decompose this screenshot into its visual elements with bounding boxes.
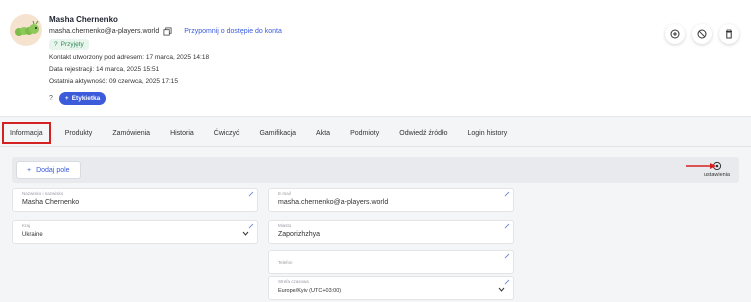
edit-icon[interactable]	[248, 223, 254, 229]
timezone-select[interactable]: Strefa czasowa Europe/Kyiv (UTC+03:00)	[268, 276, 514, 300]
tab-podmioty[interactable]: Podmioty	[342, 122, 387, 144]
name-field-value: Masha Chernenko	[22, 199, 80, 206]
add-tag-label: Etykietka	[71, 95, 101, 102]
avatar	[10, 14, 42, 46]
phone-field[interactable]: Telefon	[268, 250, 514, 274]
tab-produkty[interactable]: Produkty	[57, 122, 101, 144]
tag-row: ? + Etykietka	[49, 92, 107, 105]
caterpillar-avatar-icon	[15, 20, 39, 36]
email-field[interactable]: E-mail masha.chernenko@a-players.world	[268, 188, 514, 212]
tab-gamifikacja[interactable]: Gamifikacja	[251, 122, 304, 144]
created-meta: Kontakt utworzony pod adresem: 17 marca,…	[49, 54, 209, 61]
timezone-field-label: Strefa czasowa	[278, 279, 309, 284]
city-field-label: Miasto	[278, 223, 292, 228]
block-button[interactable]	[692, 24, 712, 44]
settings-label[interactable]: ustawienia	[704, 172, 730, 178]
registered-meta: Data rejestracji: 14 marca, 2025 15:51	[49, 66, 159, 73]
add-field-button[interactable]: + Dodaj pole	[16, 161, 81, 179]
help-icon[interactable]: ?	[49, 95, 53, 102]
tab-cwiczyc[interactable]: Ćwiczyć	[206, 122, 248, 144]
tab-historia[interactable]: Historia	[162, 122, 202, 144]
last-active-label: Ostatnia aktywność:	[49, 78, 108, 85]
edit-icon[interactable]	[248, 191, 254, 197]
tab-login-history[interactable]: Login history	[460, 122, 516, 144]
trash-icon	[726, 29, 732, 39]
add-tag-button[interactable]: + Etykietka	[58, 92, 107, 105]
registered-label: Data rejestracji:	[49, 66, 95, 73]
edit-icon[interactable]	[504, 191, 510, 197]
city-field[interactable]: Miasto Zaporizhzhya	[268, 220, 514, 244]
edit-icon[interactable]	[504, 279, 510, 285]
plus-icon: +	[27, 166, 32, 174]
contact-email: masha.chernenko@a-players.world	[49, 28, 160, 35]
tab-zamowienia[interactable]: Zamówienia	[104, 122, 158, 144]
edit-icon[interactable]	[504, 223, 510, 229]
tab-informacja[interactable]: Informacja	[2, 122, 51, 144]
created-value: 17 marca, 2025 14:18	[145, 54, 210, 61]
tab-akta[interactable]: Akta	[308, 122, 338, 144]
email-field-label: E-mail	[278, 191, 291, 196]
tabs-divider	[0, 146, 751, 147]
last-active-value: 09 czerwca, 2025 17:15	[108, 78, 179, 85]
country-field-label: Kraj	[22, 223, 31, 228]
delete-button[interactable]	[719, 24, 739, 44]
help-icon: ?	[54, 41, 58, 48]
email-row: masha.chernenko@a-players.world Przypomn…	[49, 27, 282, 36]
status-label: Przyjęty	[60, 41, 84, 48]
phone-field-label: Telefon	[278, 260, 293, 265]
contact-header-card: Masha Chernenko masha.chernenko@a-player…	[0, 0, 751, 117]
tab-bar: Informacja Produkty Zamówienia Historia …	[0, 122, 751, 144]
tab-odwiedz-zrodlo[interactable]: Odwiedź źródło	[391, 122, 455, 144]
add-circle-icon	[670, 29, 680, 39]
timezone-field-value: Europe/Kyiv (UTC+03:00)	[278, 288, 342, 294]
annotation-arrow-icon	[686, 163, 716, 169]
country-field-value: Ukraine	[22, 232, 43, 238]
add-field-label: Dodaj pole	[36, 166, 70, 174]
name-field-label: Nazwisko i nazwisko	[22, 191, 64, 196]
chevron-down-icon	[242, 231, 249, 236]
contact-name: Masha Chernenko	[49, 15, 118, 24]
copy-icon[interactable]	[163, 27, 172, 36]
remind-access-link[interactable]: Przypomnij o dostępie do konta	[184, 28, 282, 35]
chevron-down-icon	[498, 287, 505, 292]
status-badge: ? Przyjęty	[49, 39, 89, 50]
country-select[interactable]: Kraj Ukraine	[12, 220, 258, 244]
email-field-value: masha.chernenko@a-players.world	[278, 199, 389, 206]
plus-icon: +	[64, 95, 69, 102]
registered-value: 14 marca, 2025 15:51	[95, 66, 160, 73]
last-active-meta: Ostatnia aktywność: 09 czerwca, 2025 17:…	[49, 78, 178, 85]
city-field-value: Zaporizhzhya	[278, 231, 321, 238]
block-icon	[697, 29, 707, 39]
add-circle-button[interactable]	[665, 24, 685, 44]
edit-icon[interactable]	[504, 253, 510, 259]
settings-bar: + Dodaj pole ustawienia	[12, 157, 739, 183]
name-field[interactable]: Nazwisko i nazwisko Masha Chernenko	[12, 188, 258, 212]
created-label: Kontakt utworzony pod adresem:	[49, 54, 145, 61]
